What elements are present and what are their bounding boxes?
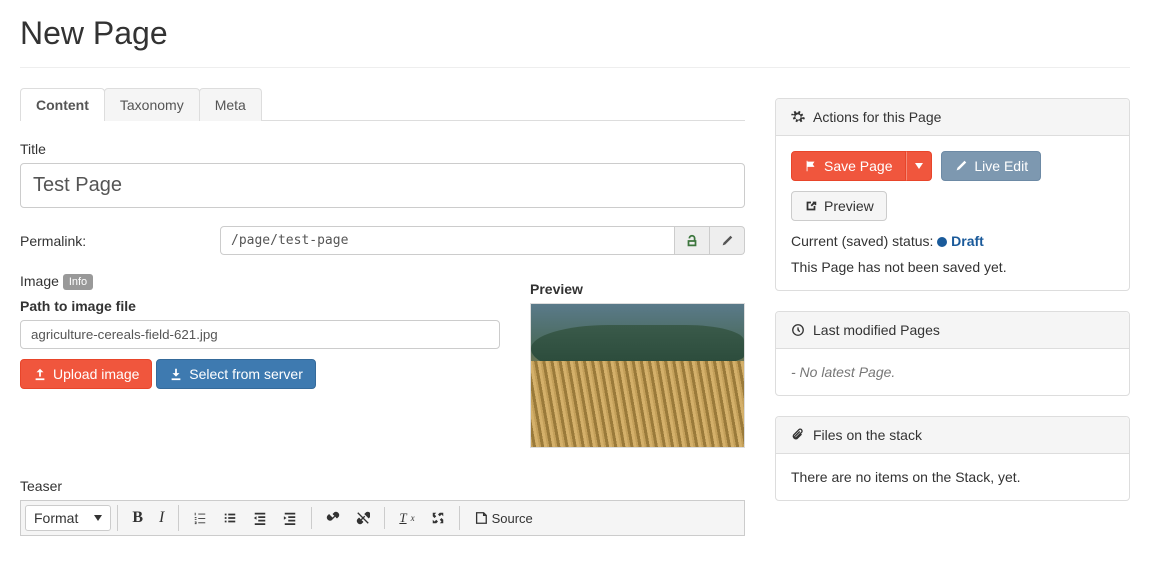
upload-image-button[interactable]: Upload image — [20, 359, 152, 389]
status-dot-icon — [937, 237, 947, 247]
editor-toolbar: Format B I — [20, 500, 745, 536]
numbered-list-button[interactable] — [185, 507, 215, 529]
link-button[interactable] — [318, 507, 348, 529]
remove-format-button[interactable]: Tx — [391, 506, 422, 530]
permalink-edit-button[interactable] — [710, 226, 745, 255]
files-stack-title: Files on the stack — [813, 427, 922, 443]
live-edit-button[interactable]: Live Edit — [941, 151, 1041, 181]
numbered-list-icon — [193, 511, 207, 525]
files-stack-panel: Files on the stack There are no items on… — [775, 416, 1130, 501]
tabs: Content Taxonomy Meta — [20, 88, 745, 121]
permalink-label: Permalink: — [20, 233, 210, 249]
image-label: Image — [20, 273, 59, 289]
last-modified-title: Last modified Pages — [813, 322, 940, 338]
bold-button[interactable]: B — [124, 505, 151, 531]
files-stack-empty-text: There are no items on the Stack, yet. — [791, 469, 1021, 485]
no-latest-page-text: - No latest Page. — [791, 364, 895, 380]
indent-button[interactable] — [275, 507, 305, 529]
teaser-label: Teaser — [20, 478, 745, 494]
status-label: Current (saved) status: — [791, 233, 933, 249]
select-from-server-label: Select from server — [189, 366, 303, 382]
info-badge[interactable]: Info — [63, 274, 93, 290]
last-modified-panel: Last modified Pages - No latest Page. — [775, 311, 1130, 396]
outdent-icon — [253, 511, 267, 525]
chevron-down-icon — [915, 163, 923, 169]
source-icon — [474, 511, 488, 525]
flag-icon — [804, 159, 818, 173]
bullet-list-button[interactable] — [215, 507, 245, 529]
format-dropdown[interactable]: Format — [25, 505, 111, 531]
maximize-button[interactable] — [423, 506, 453, 530]
tab-content[interactable]: Content — [20, 88, 105, 121]
title-label: Title — [20, 141, 745, 157]
link-icon — [326, 511, 340, 525]
maximize-icon — [431, 511, 445, 525]
clock-icon — [791, 323, 805, 337]
download-icon — [169, 367, 183, 381]
upload-icon — [33, 367, 47, 381]
format-label: Format — [34, 510, 78, 526]
status-value-link[interactable]: Draft — [951, 233, 984, 249]
external-link-icon — [804, 199, 818, 213]
unlink-button[interactable] — [348, 507, 378, 529]
pencil-icon — [954, 159, 968, 173]
title-input[interactable] — [20, 163, 745, 208]
save-page-label: Save Page — [824, 158, 893, 174]
outdent-button[interactable] — [245, 507, 275, 529]
page-title: New Page — [20, 15, 1130, 52]
preview-label: Preview — [530, 281, 745, 297]
preview-button-label: Preview — [824, 198, 874, 214]
bullet-list-icon — [223, 511, 237, 525]
save-page-button[interactable]: Save Page — [791, 151, 906, 181]
upload-image-label: Upload image — [53, 366, 139, 382]
paperclip-icon — [791, 428, 805, 442]
tab-meta[interactable]: Meta — [199, 88, 262, 121]
gear-icon — [791, 110, 805, 124]
preview-button[interactable]: Preview — [791, 191, 887, 221]
source-label: Source — [492, 511, 533, 526]
italic-button[interactable]: I — [151, 505, 172, 531]
divider — [20, 67, 1130, 68]
image-preview — [530, 303, 745, 448]
image-path-input[interactable] — [20, 320, 500, 349]
live-edit-label: Live Edit — [974, 158, 1028, 174]
permalink-input[interactable] — [220, 226, 675, 255]
pencil-icon — [720, 234, 734, 248]
unlock-icon — [685, 234, 699, 248]
select-from-server-button[interactable]: Select from server — [156, 359, 316, 389]
save-page-dropdown[interactable] — [906, 151, 932, 181]
permalink-lock-button[interactable] — [675, 226, 710, 255]
image-path-label: Path to image file — [20, 298, 500, 314]
chevron-down-icon — [94, 515, 102, 521]
not-saved-text: This Page has not been saved yet. — [791, 259, 1114, 275]
unlink-icon — [356, 511, 370, 525]
indent-icon — [283, 511, 297, 525]
actions-panel: Actions for this Page Save Page Live Edi… — [775, 98, 1130, 291]
actions-panel-title: Actions for this Page — [813, 109, 941, 125]
source-button[interactable]: Source — [466, 507, 541, 530]
tab-taxonomy[interactable]: Taxonomy — [104, 88, 200, 121]
